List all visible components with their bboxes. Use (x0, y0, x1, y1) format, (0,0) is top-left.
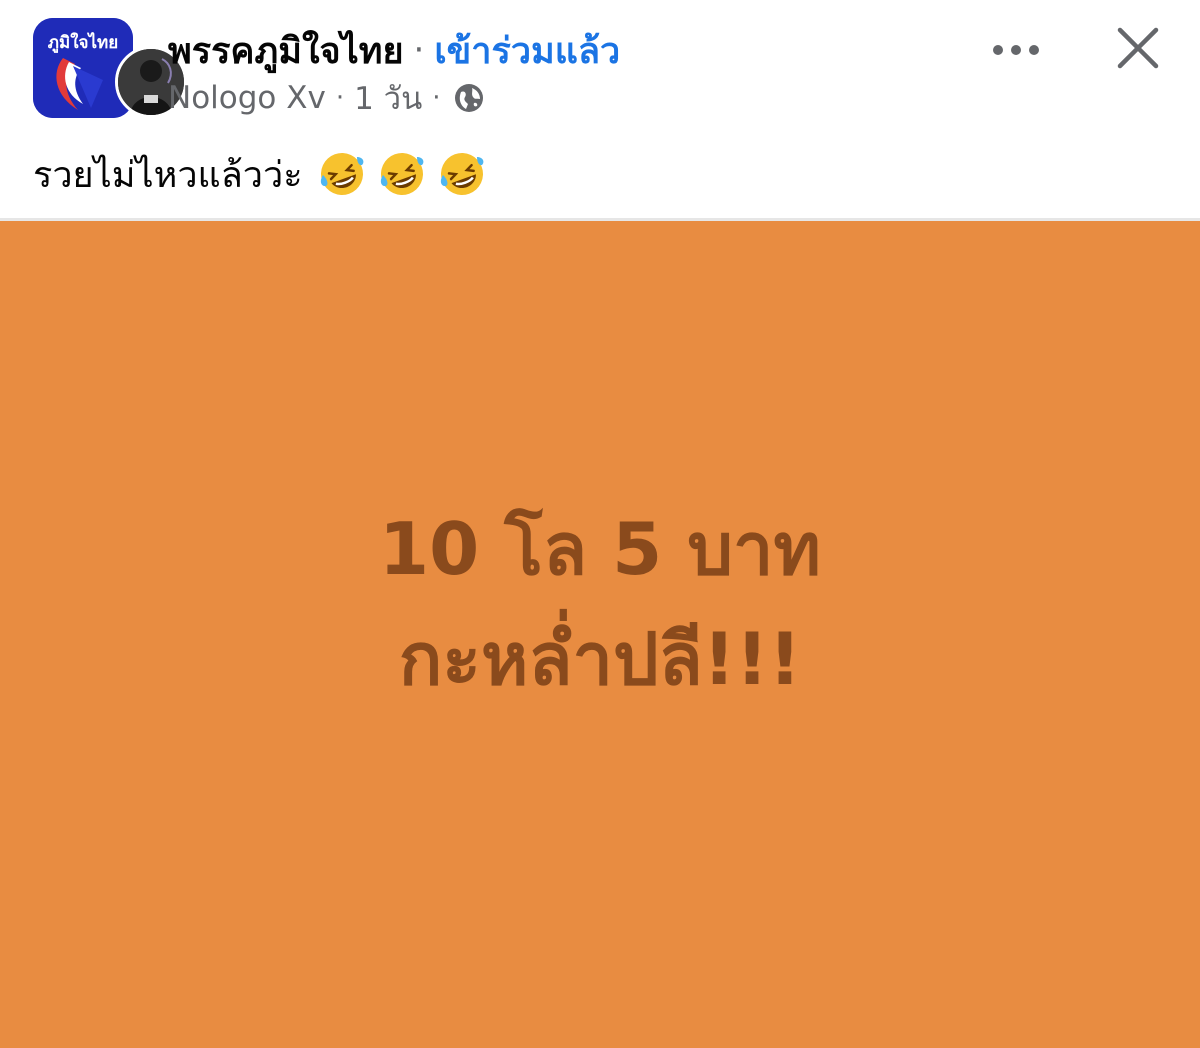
post-message: รวยไม่ไหวแล้วว่ะ (33, 146, 487, 202)
meta-row: Nologo Xv · 1 วัน · (168, 78, 485, 118)
globe-icon (453, 82, 485, 114)
more-horizontal-icon (992, 41, 1040, 60)
rolling-on-floor-laughing-icon (377, 149, 427, 199)
image-text-line-1: 10 โล 5 บาท (379, 506, 821, 591)
post-image[interactable]: 10 โล 5 บาท กะหล่ำปลี!!! (0, 221, 1200, 1048)
rolling-on-floor-laughing-icon (437, 149, 487, 199)
title-separator: · (413, 30, 425, 70)
post-time[interactable]: 1 วัน (354, 73, 422, 123)
group-avatar-text: ภูมิใจไทย (48, 32, 118, 54)
joined-status-link[interactable]: เข้าร่วมแล้ว (434, 22, 620, 79)
post-text: รวยไม่ไหวแล้วว่ะ (33, 154, 303, 196)
meta-separator: · (335, 83, 345, 113)
more-options-button[interactable] (986, 28, 1046, 72)
close-icon (1116, 26, 1160, 74)
emoji-group (317, 149, 487, 199)
image-text-line-2: กะหล่ำปลี!!! (398, 616, 802, 701)
post-header: ภูมิใจไทย พรรคภูมิใจไทย · เข้าร่วมแล้ว N… (0, 0, 1200, 130)
group-name[interactable]: พรรคภูมิใจไทย (168, 22, 404, 79)
facebook-group-post: ภูมิใจไทย พรรคภูมิใจไทย · เข้าร่วมแล้ว N… (0, 0, 1200, 1048)
author-name[interactable]: Nologo Xv (168, 80, 326, 116)
close-button[interactable] (1110, 22, 1166, 78)
meta-separator-2: · (432, 83, 441, 113)
image-text-block: 10 โล 5 บาท กะหล่ำปลี!!! (379, 494, 821, 714)
avatar-stack[interactable]: ภูมิใจไทย (33, 18, 187, 120)
rolling-on-floor-laughing-icon (317, 149, 367, 199)
title-row: พรรคภูมิใจไทย · เข้าร่วมแล้ว (168, 26, 620, 74)
